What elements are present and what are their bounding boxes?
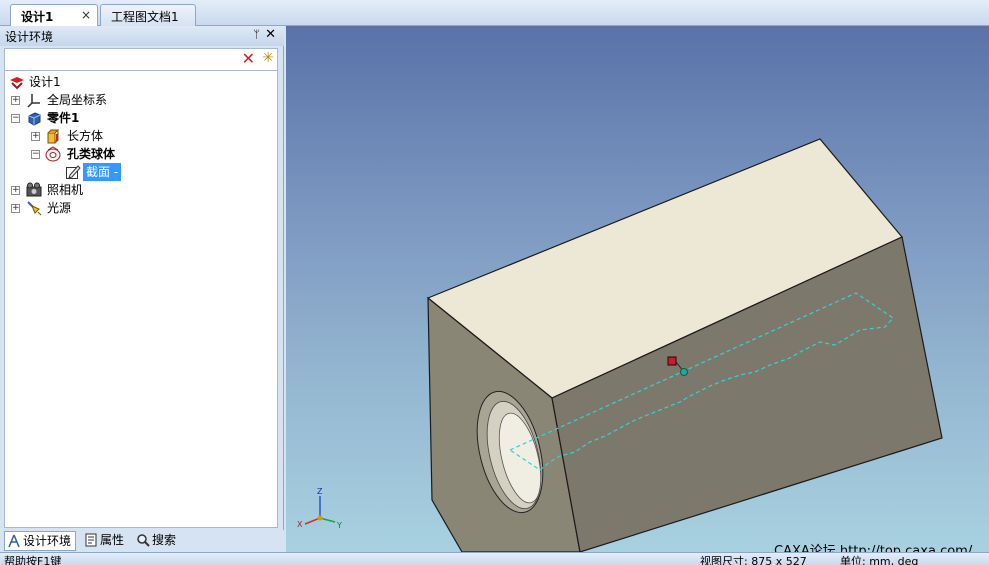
tree-item-hole-sphere[interactable]: − 孔类球体 bbox=[31, 145, 171, 163]
tree-item-box[interactable]: + 长方体 bbox=[31, 127, 171, 145]
coordinate-system-icon bbox=[27, 94, 40, 108]
search-icon bbox=[137, 534, 150, 547]
properties-icon bbox=[85, 533, 97, 547]
tab-properties[interactable]: 属性 bbox=[82, 531, 130, 551]
scene-canvas: Z X Y bbox=[297, 138, 943, 552]
tree-item-camera[interactable]: + 照相机 bbox=[11, 181, 151, 199]
tree-item-label: 全局坐标系 bbox=[47, 93, 108, 107]
tab-label: 设计环境 bbox=[23, 534, 72, 548]
panel-close-icon[interactable]: ✕ bbox=[265, 27, 276, 42]
tab-design1[interactable]: 设计1 × bbox=[10, 4, 98, 26]
design-environment-panel: 设计环境 ᛘ ✕ ✕ ✳ 设计1 + 全局坐标系 − 零件1 + 长方体 − 孔… bbox=[0, 26, 284, 552]
panel-title: 设计环境 bbox=[5, 30, 54, 44]
tree-item-label: 孔类球体 bbox=[67, 147, 116, 161]
tree-item-section[interactable]: 截面 - bbox=[63, 163, 183, 181]
section-icon bbox=[66, 165, 81, 179]
tree-icon bbox=[8, 534, 20, 548]
watermark-text: CAXA论坛 http://top.caxa.com/ bbox=[774, 544, 973, 552]
tree-item-label: 设计1 bbox=[29, 75, 61, 89]
tree-item-global-coordinates[interactable]: + 全局坐标系 bbox=[11, 91, 151, 109]
camera-icon bbox=[26, 182, 42, 197]
expand-icon[interactable]: + bbox=[31, 132, 40, 141]
3d-viewport[interactable]: Z X Y CAXA论坛 http://top.caxa.com/ bbox=[286, 26, 989, 552]
tab-label: 搜索 bbox=[152, 533, 177, 547]
panel-header: 设计环境 ᛘ ✕ bbox=[0, 26, 284, 46]
axis-y-label: Y bbox=[336, 521, 342, 530]
panel-toolbar: ✕ ✳ bbox=[4, 48, 278, 70]
axis-z-label: Z bbox=[317, 487, 323, 496]
tab-design1-label: 设计1 bbox=[21, 10, 54, 24]
axis-triad: Z X Y bbox=[297, 487, 342, 530]
expand-icon[interactable]: + bbox=[11, 96, 20, 105]
tab-design-environment[interactable]: 设计环境 bbox=[4, 531, 76, 551]
part-icon bbox=[28, 112, 41, 126]
expand-icon[interactable]: + bbox=[11, 204, 20, 213]
status-help-text: 帮助按F1键 bbox=[4, 555, 62, 565]
design-icon bbox=[10, 77, 24, 90]
tree-item-part1[interactable]: − 零件1 bbox=[11, 109, 151, 127]
tree-item-label: 截面 - bbox=[83, 163, 122, 181]
pin-icon[interactable]: ᛘ bbox=[253, 28, 260, 41]
tab-label: 属性 bbox=[100, 533, 125, 547]
status-view-size: 视图尺寸: 875 x 527 bbox=[700, 555, 807, 565]
status-bar: 帮助按F1键 视图尺寸: 875 x 527 单位: mm, deg bbox=[0, 552, 989, 565]
expand-icon[interactable]: + bbox=[11, 186, 20, 195]
tree-item-label: 照相机 bbox=[47, 183, 84, 197]
status-units: 单位: mm, deg bbox=[840, 555, 919, 565]
collapse-icon[interactable]: − bbox=[11, 114, 20, 123]
document-tab-bar: 设计1 × 工程图文档1 bbox=[0, 0, 989, 26]
tree-item-label: 零件1 bbox=[47, 111, 80, 125]
hole-sphere-icon bbox=[45, 146, 61, 162]
tree-item-design1[interactable]: 设计1 bbox=[7, 73, 127, 91]
tree-item-label: 光源 bbox=[47, 201, 72, 215]
box-icon bbox=[47, 129, 60, 144]
panel-bottom-tabs: 设计环境 属性 搜索 bbox=[0, 530, 284, 552]
light-icon bbox=[27, 201, 42, 216]
wizard-icon[interactable]: ✳ bbox=[262, 50, 274, 66]
tree-item-label: 长方体 bbox=[67, 129, 104, 143]
tree-item-light[interactable]: + 光源 bbox=[11, 199, 151, 217]
tab-drawing-doc1-label: 工程图文档1 bbox=[111, 10, 179, 24]
collapse-icon[interactable]: − bbox=[31, 150, 40, 159]
tab-close-icon[interactable]: × bbox=[81, 8, 91, 22]
delete-icon[interactable]: ✕ bbox=[242, 50, 255, 68]
tab-drawing-doc1[interactable]: 工程图文档1 bbox=[100, 4, 196, 26]
axis-x-label: X bbox=[297, 520, 303, 529]
tab-search[interactable]: 搜索 bbox=[134, 531, 184, 551]
design-tree: 设计1 + 全局坐标系 − 零件1 + 长方体 − 孔类球体 截面 - + 照相… bbox=[4, 70, 278, 528]
